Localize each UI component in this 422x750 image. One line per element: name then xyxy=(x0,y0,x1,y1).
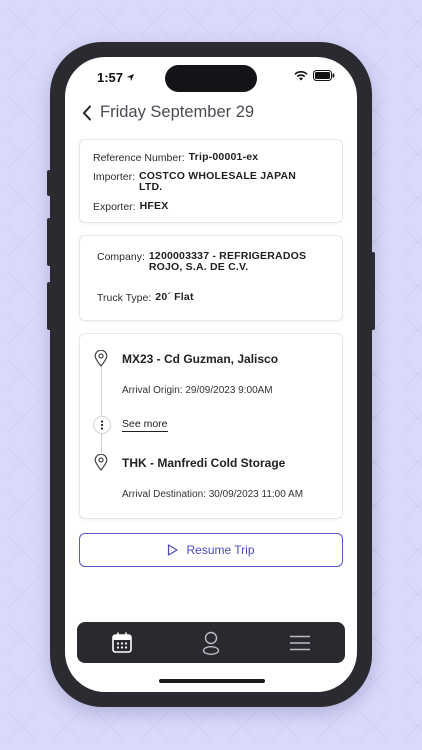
exporter-value: HFEX xyxy=(139,200,169,212)
origin-arrival: Arrival Origin: 29/09/2023 9:00AM xyxy=(122,385,273,396)
origin-pin xyxy=(92,349,110,367)
destination-name: THK - Manfredi Cold Storage xyxy=(122,456,286,470)
tab-calendar[interactable] xyxy=(102,626,142,660)
play-icon xyxy=(168,544,179,556)
more-stops-button[interactable] xyxy=(93,416,111,434)
truck-type-value: 20´ Flat xyxy=(155,291,194,303)
see-more-link[interactable]: See more xyxy=(122,418,168,432)
destination-pin xyxy=(92,453,110,471)
menu-icon xyxy=(290,635,311,650)
tab-menu[interactable] xyxy=(280,626,320,660)
volume-up-button xyxy=(47,218,51,266)
calendar-icon xyxy=(111,632,132,653)
resume-trip-button[interactable]: Resume Trip xyxy=(79,533,343,567)
back-button[interactable] xyxy=(75,101,99,125)
power-button xyxy=(371,252,375,330)
silent-switch xyxy=(47,170,51,196)
page-title: Friday September 29 xyxy=(100,103,255,121)
wifi-icon xyxy=(294,70,308,80)
exporter-row: Exporter: HFEX xyxy=(93,200,169,214)
company-card: Company: 1200003337 - REFRIGERADOS ROJO,… xyxy=(79,235,343,321)
status-bar: 1:57 xyxy=(65,57,357,97)
tab-profile[interactable] xyxy=(191,626,231,660)
location-arrow-icon xyxy=(126,73,135,82)
user-icon xyxy=(202,631,220,655)
volume-down-button xyxy=(47,282,51,330)
route-card: MX23 - Cd Guzman, Jalisco Arrival Origin… xyxy=(79,333,343,519)
trip-info-card: Reference Number: Trip-00001-ex Importer… xyxy=(79,139,343,223)
timeline-line xyxy=(101,364,102,461)
page-header: Friday September 29 xyxy=(65,99,357,127)
company-row: Company: 1200003337 - REFRIGERADOS ROJO,… xyxy=(97,251,337,273)
importer-label: Importer: xyxy=(93,171,136,183)
dynamic-island xyxy=(165,65,257,92)
truck-type-label: Truck Type: xyxy=(97,292,152,304)
truck-type-row: Truck Type: 20´ Flat xyxy=(97,291,194,305)
battery-icon xyxy=(313,70,335,81)
location-pin-icon xyxy=(94,453,108,471)
vertical-dots-icon xyxy=(100,420,104,430)
destination-arrival: Arrival Destination: 30/09/2023 11:00 AM xyxy=(122,489,304,500)
status-icons xyxy=(294,70,335,81)
bottom-tab-bar xyxy=(77,622,345,663)
origin-name: MX23 - Cd Guzman, Jalisco xyxy=(122,352,279,366)
status-time-text: 1:57 xyxy=(97,70,124,85)
status-time: 1:57 xyxy=(97,70,135,85)
resume-trip-label: Resume Trip xyxy=(186,543,255,557)
exporter-label: Exporter: xyxy=(93,201,136,213)
importer-value: COSTCO WHOLESALE JAPAN LTD. xyxy=(139,170,297,193)
reference-label: Reference Number: xyxy=(93,152,185,164)
home-indicator xyxy=(159,679,265,683)
reference-row: Reference Number: Trip-00001-ex xyxy=(93,151,259,165)
importer-row: Importer: COSTCO WHOLESALE JAPAN LTD. xyxy=(93,171,333,193)
chevron-left-icon xyxy=(82,105,91,121)
company-label: Company: xyxy=(97,251,145,263)
app-screen: 1:57 Friday September 29 Reference Numbe… xyxy=(65,57,357,692)
location-pin-icon xyxy=(94,349,108,367)
company-value: 1200003337 - REFRIGERADOS ROJO, S.A. DE … xyxy=(148,250,307,273)
reference-value: Trip-00001-ex xyxy=(188,151,259,163)
